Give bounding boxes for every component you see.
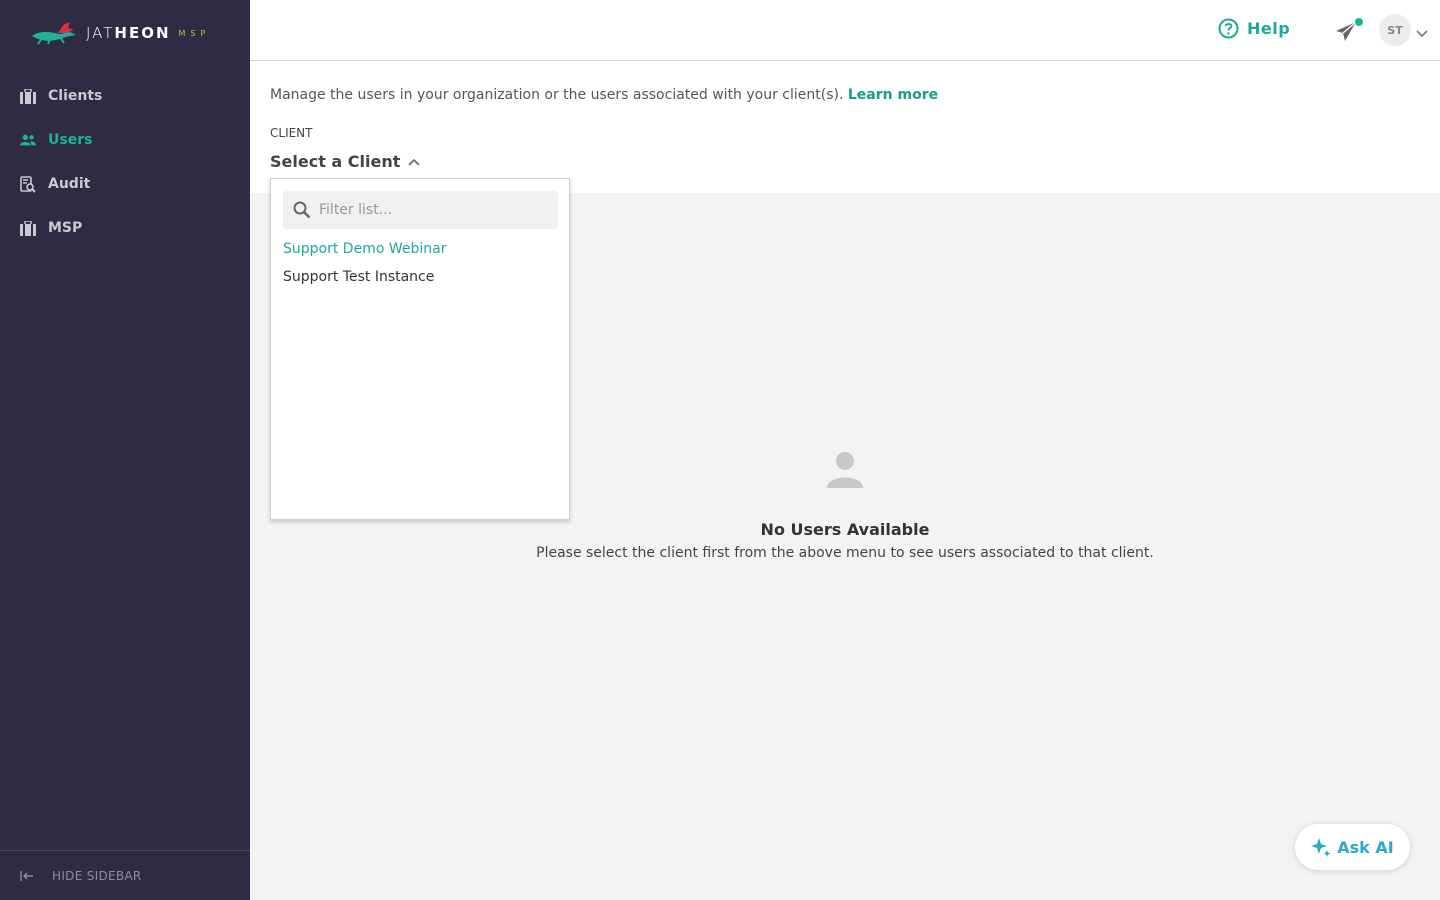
learn-more-link[interactable]: Learn more (848, 87, 938, 103)
brand-name: JATHEON (86, 24, 171, 42)
sidebar-item-label: Clients (48, 88, 103, 104)
filter-field (283, 191, 558, 229)
sidebar: JATHEON MSP Clients Users Audit MSP HIDE… (0, 0, 250, 900)
briefcase-icon (20, 220, 36, 236)
filter-input[interactable] (319, 202, 549, 218)
sidebar-item-audit[interactable]: Audit (0, 162, 250, 206)
announcements-button[interactable] (1335, 18, 1363, 44)
user-icon (827, 452, 863, 488)
client-dropdown-menu: Support Demo Webinar Support Test Instan… (270, 178, 570, 520)
jatheon-logo[interactable]: JATHEON MSP (30, 18, 210, 48)
help-button[interactable]: Help (1218, 18, 1290, 39)
brand-suffix: MSP (178, 28, 211, 38)
chevron-up-icon (408, 158, 420, 166)
collapse-left-icon (20, 866, 34, 885)
users-icon (20, 132, 36, 148)
ask-ai-label: Ask AI (1337, 837, 1394, 857)
client-field-label: CLIENT (270, 126, 313, 140)
page-description: Manage the users in your organization or… (270, 87, 939, 103)
audit-icon (20, 175, 36, 193)
help-label: Help (1247, 19, 1291, 38)
question-circle-icon (1218, 18, 1239, 39)
client-select-label: Select a Client (270, 152, 401, 171)
client-option-support-test-instance[interactable]: Support Test Instance (283, 269, 434, 285)
empty-state-title: No Users Available (760, 520, 930, 539)
search-icon (293, 201, 311, 219)
ask-ai-button[interactable]: Ask AI (1295, 824, 1410, 870)
page-intro-section: Manage the users in your organization or… (250, 61, 1440, 193)
sparkle-icon (1311, 838, 1331, 857)
sidebar-item-msp[interactable]: MSP (0, 206, 250, 250)
client-option-support-demo-webinar[interactable]: Support Demo Webinar (283, 241, 446, 257)
hide-sidebar-button[interactable]: HIDE SIDEBAR (0, 850, 250, 900)
hide-sidebar-label: HIDE SIDEBAR (52, 868, 142, 883)
notification-dot (1355, 18, 1363, 26)
briefcase-icon (20, 88, 36, 104)
sidebar-item-users[interactable]: Users (0, 118, 250, 162)
chevron-down-icon[interactable] (1416, 23, 1428, 42)
sidebar-item-label: MSP (48, 220, 83, 236)
empty-state-description: Please select the client first from the … (536, 545, 1154, 561)
sidebar-item-clients[interactable]: Clients (0, 74, 250, 118)
sidebar-item-label: Audit (48, 176, 91, 192)
paper-plane-icon (1336, 21, 1357, 41)
client-select[interactable]: Select a Client (270, 152, 420, 171)
jatheon-logo-icon (32, 22, 76, 45)
avatar[interactable]: ST (1379, 14, 1411, 46)
sidebar-nav: Clients Users Audit MSP (0, 74, 250, 250)
top-header: Help ST (250, 0, 1440, 61)
sidebar-item-label: Users (48, 132, 93, 148)
